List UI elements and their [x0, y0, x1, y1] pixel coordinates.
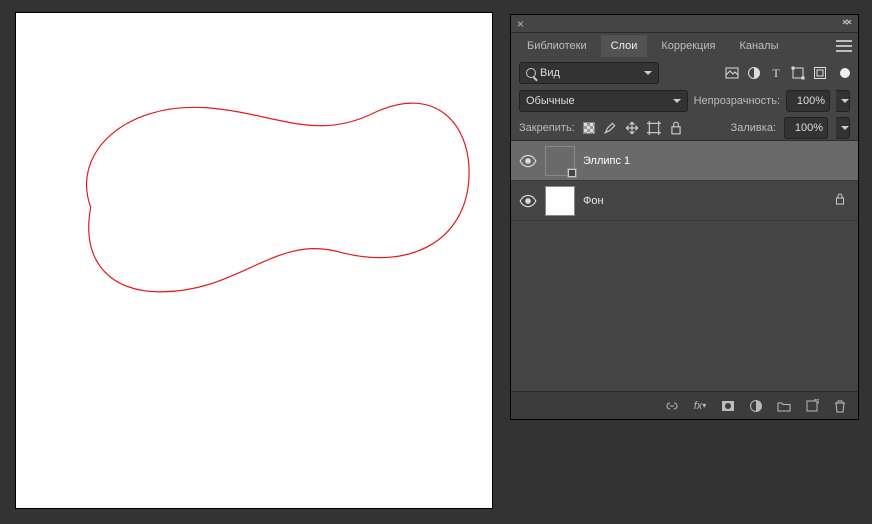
tab-channels[interactable]: Каналы: [729, 35, 788, 57]
visibility-toggle-icon[interactable]: [519, 152, 537, 170]
delete-layer-icon[interactable]: [832, 398, 848, 414]
svg-text:T: T: [772, 66, 780, 80]
layer-row[interactable]: Эллипс 1: [511, 141, 858, 181]
layer-row[interactable]: Фон: [511, 181, 858, 221]
layers-panel: × Библиотеки Слои Коррекция Каналы Вид T: [510, 14, 859, 420]
lock-move-icon[interactable]: [625, 121, 639, 135]
layers-list: Эллипс 1 Фон: [511, 141, 858, 391]
link-layers-icon[interactable]: [664, 398, 680, 414]
tab-correction[interactable]: Коррекция: [651, 35, 725, 57]
tab-layers[interactable]: Слои: [601, 35, 648, 57]
filter-adjust-icon[interactable]: [746, 65, 762, 81]
layer-filter-row: Вид T: [511, 59, 858, 87]
layer-thumbnail[interactable]: [545, 186, 575, 216]
blend-row: Обычные Непрозрачность: 100%: [511, 87, 858, 115]
blend-mode-label: Обычные: [526, 95, 575, 107]
document-canvas[interactable]: [15, 12, 493, 509]
layer-thumbnail[interactable]: [545, 146, 575, 176]
collapse-icon[interactable]: [842, 17, 852, 30]
panel-titlebar: ×: [511, 15, 858, 33]
filter-image-icon[interactable]: [724, 65, 740, 81]
blend-mode-select[interactable]: Обычные: [519, 90, 688, 112]
chevron-down-icon: [644, 71, 652, 75]
panel-tabs: Библиотеки Слои Коррекция Каналы: [511, 33, 858, 59]
add-mask-icon[interactable]: [720, 398, 736, 414]
filter-shape-icon[interactable]: [790, 65, 806, 81]
add-adjustment-icon[interactable]: [748, 398, 764, 414]
fill-caret[interactable]: [836, 117, 850, 139]
filter-smart-icon[interactable]: [812, 65, 828, 81]
shape-indicator-icon: [567, 168, 577, 178]
filter-kind-label: Вид: [540, 67, 560, 79]
lock-row: Закрепить: Заливка: 100%: [511, 115, 858, 141]
lock-all-icon[interactable]: [669, 121, 683, 135]
filter-kind-select[interactable]: Вид: [519, 62, 659, 84]
layer-name[interactable]: Эллипс 1: [583, 155, 850, 167]
fill-label: Заливка:: [731, 122, 776, 134]
lock-artboard-icon[interactable]: [647, 121, 661, 135]
chevron-down-icon: [673, 99, 681, 103]
layer-name[interactable]: Фон: [583, 195, 826, 207]
opacity-label: Непрозрачность:: [694, 95, 780, 107]
chevron-down-icon: [841, 99, 849, 103]
panel-menu-icon[interactable]: [836, 40, 852, 52]
opacity-caret[interactable]: [836, 90, 850, 112]
filter-toggle-dot[interactable]: [840, 68, 850, 78]
chevron-down-icon: [841, 126, 849, 130]
opacity-value[interactable]: 100%: [786, 90, 830, 112]
ellipse-shape-path[interactable]: [87, 103, 470, 292]
lock-brush-icon[interactable]: [603, 121, 617, 135]
close-icon[interactable]: ×: [517, 18, 524, 30]
new-layer-icon[interactable]: [804, 398, 820, 414]
visibility-toggle-icon[interactable]: [519, 192, 537, 210]
filter-text-icon[interactable]: T: [768, 65, 784, 81]
fx-icon[interactable]: fx▾: [692, 398, 708, 414]
tab-libraries[interactable]: Библиотеки: [517, 35, 597, 57]
lock-transparency-icon[interactable]: [583, 122, 595, 134]
new-group-icon[interactable]: [776, 398, 792, 414]
fill-value[interactable]: 100%: [784, 117, 828, 139]
search-icon: [526, 68, 536, 78]
lock-label: Закрепить:: [519, 122, 575, 134]
panel-footer: fx▾: [511, 391, 858, 419]
lock-icon: [834, 193, 846, 208]
